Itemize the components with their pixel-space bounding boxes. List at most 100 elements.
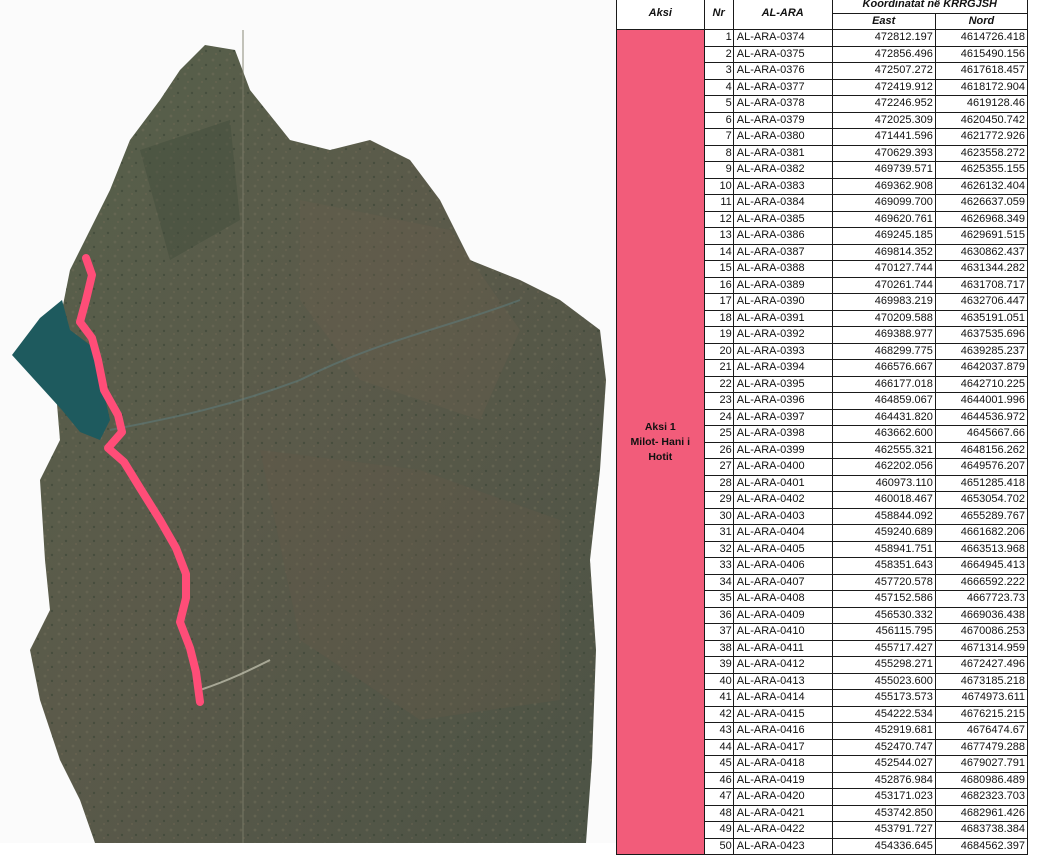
row-id: AL-ARA-0388: [732, 260, 833, 278]
row-id: AL-ARA-0420: [732, 788, 833, 806]
row-east: 452919.681: [831, 722, 936, 740]
row-number: 14: [703, 243, 734, 261]
row-east: 469739.571: [831, 161, 936, 179]
table-header-row: Aksi Nr AL-ARA Koordinatat në KRRGJSH: [616, 0, 1029, 30]
row-id: AL-ARA-0408: [732, 590, 833, 608]
row-id: AL-ARA-0383: [732, 177, 833, 195]
row-id: AL-ARA-0397: [732, 408, 833, 426]
row-number: 1: [703, 29, 734, 47]
row-id: AL-ARA-0415: [732, 705, 833, 723]
row-id: AL-ARA-0418: [732, 755, 833, 773]
row-nord: 4618172.904: [934, 78, 1029, 96]
row-nord: 4623558.272: [934, 144, 1029, 162]
row-id: AL-ARA-0392: [732, 326, 833, 344]
row-id: AL-ARA-0386: [732, 227, 833, 245]
row-number: 46: [703, 771, 734, 789]
row-east: 456115.795: [831, 623, 936, 641]
row-east: 469362.908: [831, 177, 936, 195]
row-number: 30: [703, 507, 734, 525]
row-nord: 4672427.496: [934, 656, 1029, 674]
row-number: 24: [703, 408, 734, 426]
row-east: 455717.427: [831, 639, 936, 657]
row-east: 472507.272: [831, 62, 936, 80]
row-east: 469983.219: [831, 293, 936, 311]
row-number: 15: [703, 260, 734, 278]
coordinates-table: Aksi Nr AL-ARA Koordinatat në KRRGJSH Ea…: [616, 0, 1029, 855]
row-number: 17: [703, 293, 734, 311]
row-nord: 4632706.447: [934, 293, 1029, 311]
row-east: 459240.689: [831, 524, 936, 542]
row-east: 452470.747: [831, 738, 936, 756]
row-east: 466177.018: [831, 375, 936, 393]
row-id: AL-ARA-0413: [732, 672, 833, 690]
row-id: AL-ARA-0399: [732, 441, 833, 459]
row-number: 10: [703, 177, 734, 195]
row-nord: 4671314.959: [934, 639, 1029, 657]
row-number: 20: [703, 342, 734, 360]
header-nr: Nr: [703, 0, 734, 30]
row-east: 454222.534: [831, 705, 936, 723]
row-id: AL-ARA-0414: [732, 689, 833, 707]
row-nord: 4644001.996: [934, 392, 1029, 410]
row-id: AL-ARA-0394: [732, 359, 833, 377]
row-id: AL-ARA-0378: [732, 95, 833, 113]
row-east: 462555.321: [831, 441, 936, 459]
header-coordinates: Koordinatat në KRRGJSH: [831, 0, 1029, 14]
row-east: 472812.197: [831, 29, 936, 47]
row-number: 28: [703, 474, 734, 492]
row-east: 472246.952: [831, 95, 936, 113]
row-id: AL-ARA-0376: [732, 62, 833, 80]
row-id: AL-ARA-0391: [732, 309, 833, 327]
row-east: 462202.056: [831, 458, 936, 476]
group-label-1: Aksi 1: [644, 420, 676, 433]
row-id: AL-ARA-0385: [732, 210, 833, 228]
row-id: AL-ARA-0395: [732, 375, 833, 393]
row-id: AL-ARA-0379: [732, 111, 833, 129]
row-id: AL-ARA-0377: [732, 78, 833, 96]
row-number: 43: [703, 722, 734, 740]
row-east: 452876.984: [831, 771, 936, 789]
table-body: Aksi 1 Milot- Hani i Hotit 1 AL-ARA-0374 4728…: [616, 29, 1029, 855]
row-id: AL-ARA-0406: [732, 557, 833, 575]
row-id: AL-ARA-0398: [732, 425, 833, 443]
row-nord: 4642037.879: [934, 359, 1029, 377]
map-svg: [12, 30, 606, 843]
row-nord: 4644536.972: [934, 408, 1029, 426]
row-number: 45: [703, 755, 734, 773]
row-east: 470629.393: [831, 144, 936, 162]
row-id: AL-ARA-0421: [732, 804, 833, 822]
row-east: 470209.588: [831, 309, 936, 327]
row-east: 454336.645: [831, 837, 936, 855]
row-east: 456530.332: [831, 606, 936, 624]
row-east: 469245.185: [831, 227, 936, 245]
row-number: 11: [703, 194, 734, 212]
row-east: 453791.727: [831, 821, 936, 839]
row-nord: 4684562.397: [934, 837, 1029, 855]
row-nord: 4620450.742: [934, 111, 1029, 129]
row-number: 33: [703, 557, 734, 575]
row-id: AL-ARA-0380: [732, 128, 833, 146]
table-row: Aksi 1 Milot- Hani i Hotit 1 AL-ARA-0374 4728…: [616, 29, 1029, 855]
row-nord: 4674973.611: [934, 689, 1029, 707]
row-nord: 4682323.703: [934, 788, 1029, 806]
row-number: 49: [703, 821, 734, 839]
row-id: AL-ARA-0387: [732, 243, 833, 261]
row-number: 9: [703, 161, 734, 179]
row-number: 13: [703, 227, 734, 245]
row-number: 50: [703, 837, 734, 855]
header-east: East: [831, 12, 936, 30]
row-east: 469388.977: [831, 326, 936, 344]
row-id: AL-ARA-0401: [732, 474, 833, 492]
row-number: 34: [703, 573, 734, 591]
row-number: 23: [703, 392, 734, 410]
row-nord: 4614726.418: [934, 29, 1029, 47]
row-nord: 4666592.222: [934, 573, 1029, 591]
row-id: AL-ARA-0384: [732, 194, 833, 212]
row-nord: 4626968.349: [934, 210, 1029, 228]
row-number: 21: [703, 359, 734, 377]
row-number: 3: [703, 62, 734, 80]
row-nord: 4670086.253: [934, 623, 1029, 641]
row-number: 22: [703, 375, 734, 393]
row-id: AL-ARA-0389: [732, 276, 833, 294]
row-nord: 4642710.225: [934, 375, 1029, 393]
